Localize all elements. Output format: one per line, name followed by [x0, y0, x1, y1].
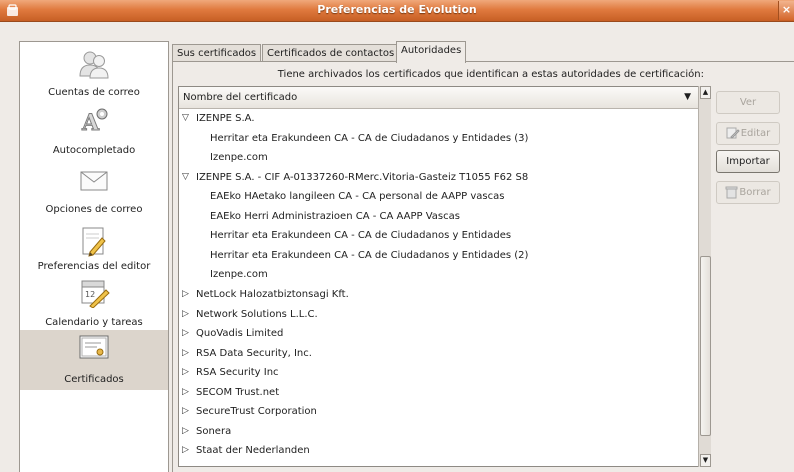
category-label: Autocompletado	[52, 145, 136, 156]
tree-row-label: SECOM Trust.net	[196, 386, 280, 398]
expander-icon[interactable]: ▷	[182, 445, 189, 455]
tree-row-label: SecureTrust Corporation	[196, 406, 317, 418]
category-list: Cuentas de correo A Autocompletado Opcio…	[19, 41, 169, 472]
trash-icon	[725, 186, 738, 199]
expander-icon[interactable]: ▷	[182, 328, 189, 338]
column-header-label: Nombre del certificado	[183, 92, 298, 103]
delete-button[interactable]: Borrar	[716, 181, 780, 204]
tree-row-label: Staat der Nederlanden	[196, 445, 310, 457]
category-label: Opciones de correo	[45, 204, 143, 215]
category-autocomplete[interactable]: A Autocompletado	[20, 106, 168, 158]
edit-button[interactable]: Editar	[716, 122, 780, 145]
tree-row[interactable]: EAEko HAetako langileen CA - CA personal…	[179, 187, 699, 207]
tree-row-label: Herritar eta Erakundeen CA - CA de Ciuda…	[210, 132, 529, 144]
scroll-down-icon[interactable]: ▼	[700, 454, 711, 467]
scroll-up-icon[interactable]: ▲	[700, 86, 711, 99]
certificates-icon	[79, 335, 109, 359]
close-icon[interactable]: ×	[778, 1, 794, 20]
tab-certificados-contactos[interactable]: Certificados de contactos	[262, 44, 400, 62]
category-editor-preferences[interactable]: Preferencias del editor	[20, 226, 168, 278]
tree-row-group[interactable]: ▷ QuoVadis Limited	[179, 324, 699, 344]
edit-button-label: Editar	[740, 128, 771, 139]
tree-row[interactable]: Izenpe.com	[179, 148, 699, 168]
tree-row[interactable]: Herritar eta Erakundeen CA - CA de Ciuda…	[179, 246, 699, 266]
expander-icon[interactable]: ▷	[182, 426, 189, 436]
view-button[interactable]: Ver	[716, 91, 780, 114]
expander-icon[interactable]: ▽	[182, 113, 189, 123]
import-button[interactable]: Importar	[716, 150, 780, 173]
category-label: Preferencias del editor	[37, 261, 151, 272]
certificate-tree[interactable]: Nombre del certificado ▼ ▽ IZENPE S.A. Her…	[178, 86, 711, 467]
column-header[interactable]: Nombre del certificado ▼	[179, 87, 699, 109]
tree-row[interactable]: Herritar eta Erakundeen CA - CA de Ciuda…	[179, 226, 699, 246]
tree-row-label: Izenpe.com	[210, 152, 268, 164]
expander-icon[interactable]: ▷	[182, 309, 189, 319]
tree-row-group[interactable]: ▽ IZENPE S.A.	[179, 109, 699, 129]
tree-row-group[interactable]: ▷ SECOM Trust.net	[179, 383, 699, 403]
tree-row-label: QuoVadis Limited	[196, 328, 284, 340]
tree-row-group[interactable]: ▷ SecureTrust Corporation	[179, 402, 699, 422]
expander-icon[interactable]: ▷	[182, 406, 189, 416]
calendar-tasks-icon: 12	[81, 280, 110, 308]
category-mail-accounts[interactable]: Cuentas de correo	[20, 48, 168, 98]
autocomplete-icon: A	[81, 108, 108, 136]
tree-row-label: IZENPE S.A. - CIF A-01337260-RMerc.Vitor…	[196, 171, 529, 183]
tree-row-label: Izenpe.com	[210, 269, 268, 281]
import-button-label: Importar	[726, 156, 770, 167]
description-label: Tiene archivados los certificados que id…	[277, 69, 704, 80]
tree-row-label: EAEko Herri Administrazioen CA - CA AAPP…	[210, 210, 460, 222]
category-calendar-tasks[interactable]: 12 Calendario y tareas	[20, 278, 168, 330]
tab-autoridades[interactable]: Autoridades	[396, 41, 467, 63]
svg-text:12: 12	[85, 290, 95, 299]
editor-preferences-icon	[82, 227, 106, 257]
tree-row-label: RSA Data Security, Inc.	[196, 347, 312, 359]
delete-button-label: Borrar	[739, 187, 771, 198]
tree-row[interactable]: Herritar eta Erakundeen CA - CA de Ciuda…	[179, 129, 699, 149]
mail-options-icon	[80, 171, 108, 191]
category-label: Calendario y tareas	[45, 317, 143, 328]
tree-row-group[interactable]: ▷ NetLock Halozatbiztonsagi Kft.	[179, 285, 699, 305]
tree-row-group[interactable]: ▷ Sonera	[179, 422, 699, 442]
category-label: Certificados	[64, 374, 124, 385]
tree-row-group[interactable]: ▷ RSA Data Security, Inc.	[179, 344, 699, 364]
category-mail-options[interactable]: Opciones de correo	[20, 166, 168, 218]
tree-row-group[interactable]: ▷ Staat der Nederlanden	[179, 441, 699, 461]
tree-row-label: RSA Security Inc	[196, 367, 279, 379]
tab-sus-certificados[interactable]: Sus certificados	[172, 44, 262, 62]
tree-row-label: IZENPE S.A.	[196, 113, 255, 124]
tree-row-group[interactable]: ▷ Network Solutions L.L.C.	[179, 305, 699, 325]
expander-icon[interactable]: ▷	[182, 387, 189, 397]
title-bar: Preferencias de Evolution ×	[0, 0, 794, 22]
expander-icon[interactable]: ▷	[182, 289, 189, 299]
view-button-label: Ver	[739, 97, 757, 108]
edit-icon	[726, 127, 740, 139]
tree-row-label: Herritar eta Erakundeen CA - CA de Ciuda…	[210, 230, 512, 242]
tree-row-group[interactable]: ▽ IZENPE S.A. - CIF A-01337260-RMerc.Vito…	[179, 168, 699, 188]
expander-icon[interactable]: ▽	[182, 172, 189, 182]
tree-row[interactable]: EAEko Herri Administrazioen CA - CA AAPP…	[179, 207, 699, 227]
tree-row-label: NetLock Halozatbiztonsagi Kft.	[196, 288, 349, 300]
scrollbar-thumb[interactable]	[700, 256, 711, 436]
mail-accounts-icon	[79, 51, 109, 79]
sort-arrow-icon: ▼	[684, 92, 691, 102]
expander-icon[interactable]: ▷	[182, 367, 189, 377]
tree-row-label: EAEko HAetako langileen CA - CA personal…	[210, 191, 505, 203]
vertical-scrollbar[interactable]: ▲ ▼	[698, 86, 711, 467]
tree-row-label: Sonera	[196, 425, 232, 437]
category-label: Cuentas de correo	[48, 87, 140, 98]
tree-row-group[interactable]: ▷ RSA Security Inc	[179, 363, 699, 383]
tree-row-label: Network Solutions L.L.C.	[196, 308, 318, 320]
window-title: Preferencias de Evolution	[317, 3, 477, 16]
expander-icon[interactable]: ▷	[182, 348, 189, 358]
tree-row[interactable]: Izenpe.com	[179, 265, 699, 285]
tree-row-label: Herritar eta Erakundeen CA - CA de Ciuda…	[210, 249, 529, 261]
category-certificates[interactable]: Certificados	[20, 330, 168, 390]
